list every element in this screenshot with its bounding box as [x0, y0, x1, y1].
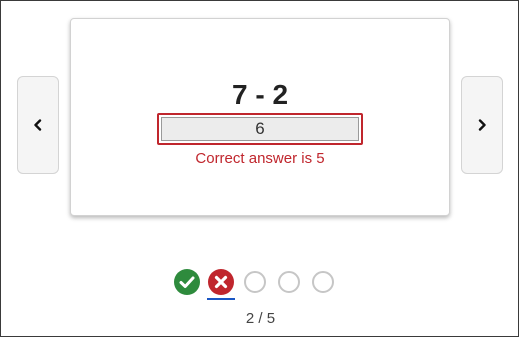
progress-item-correct[interactable] — [174, 269, 200, 295]
answer-field[interactable]: 6 — [157, 113, 363, 145]
x-circle-icon — [208, 269, 234, 295]
chevron-left-icon — [34, 119, 42, 131]
progress-indicators — [174, 269, 336, 300]
chevron-right-icon — [478, 119, 486, 131]
progress-counter: 2 / 5 — [245, 310, 276, 327]
feedback-message: Correct answer is 5 — [195, 150, 325, 167]
answer-value: 6 — [161, 117, 359, 141]
flashcard: 7 - 2 6 Correct answer is 5 — [70, 18, 450, 216]
progress-item-incorrect[interactable] — [207, 269, 235, 300]
quiz-panel: 7 - 2 6 Correct answer is 5 2 / 5 — [0, 0, 519, 337]
progress-item-unanswered[interactable] — [312, 271, 334, 293]
question-text: 7 - 2 — [231, 79, 289, 110]
next-card-button[interactable] — [461, 76, 503, 174]
progress-item-unanswered[interactable] — [244, 271, 266, 293]
progress-item-unanswered[interactable] — [278, 271, 300, 293]
check-circle-icon — [174, 269, 200, 295]
previous-card-button[interactable] — [17, 76, 59, 174]
